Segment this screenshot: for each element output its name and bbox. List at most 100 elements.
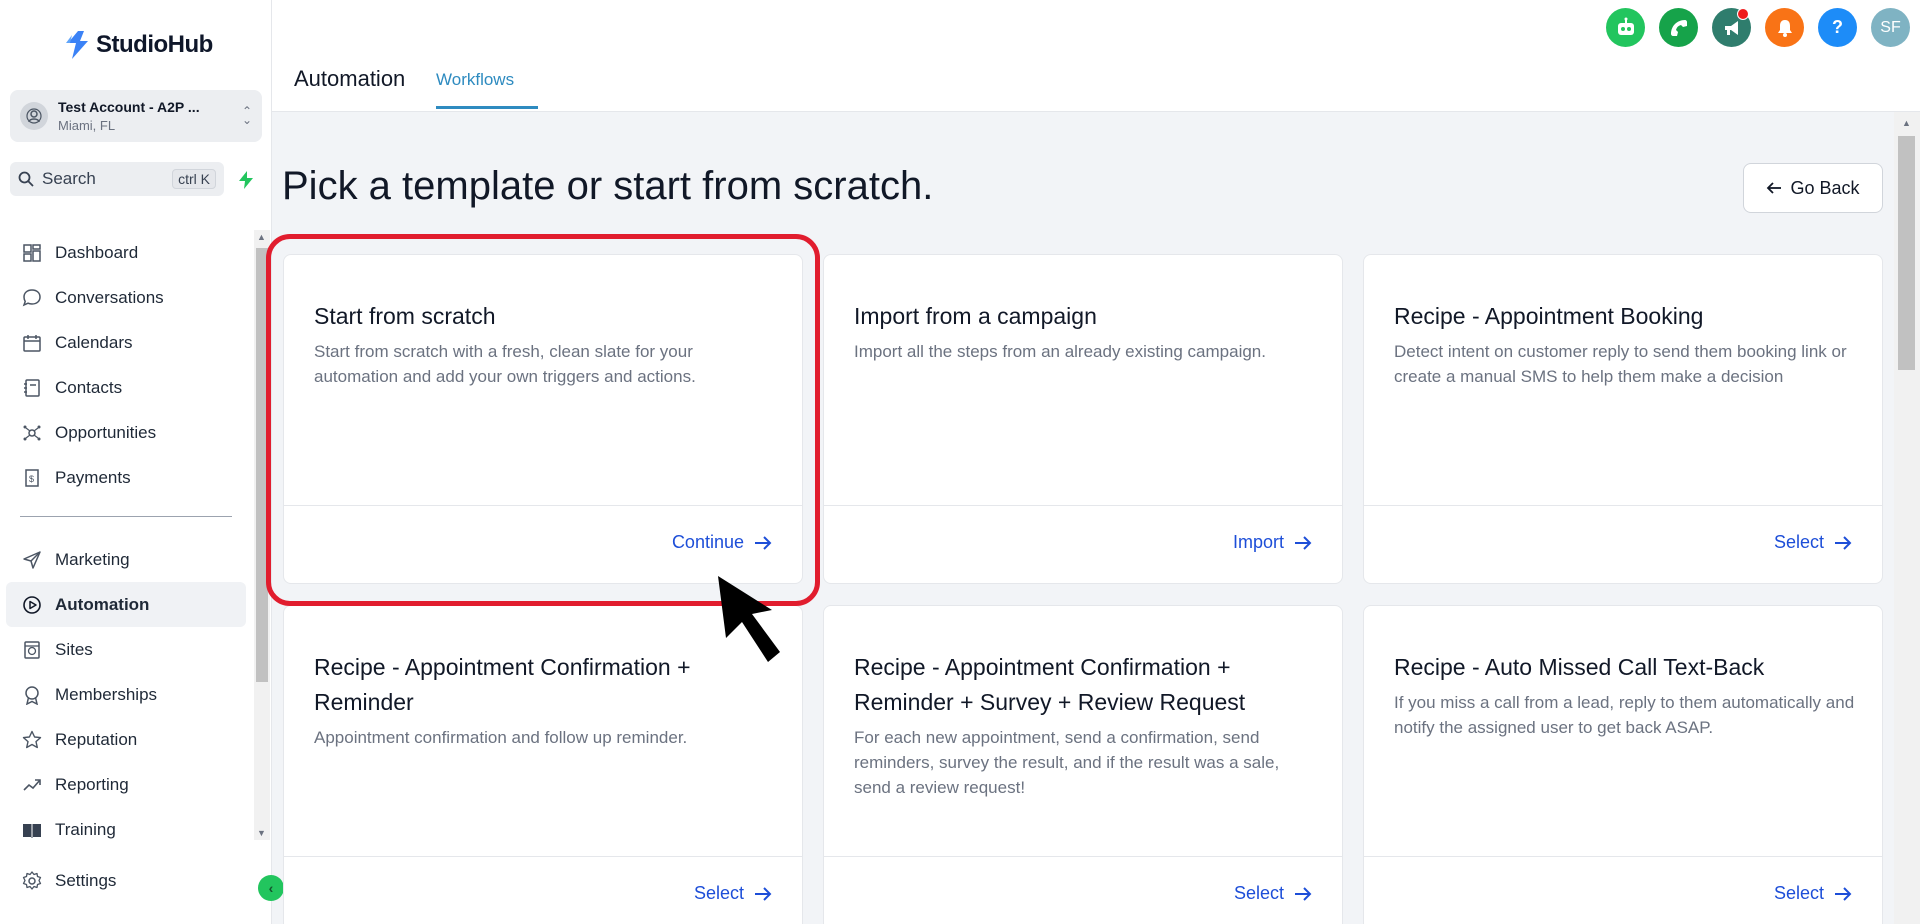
- sidebar-item-payments[interactable]: $ Payments: [0, 455, 252, 500]
- megaphone-icon: [1724, 20, 1738, 35]
- svg-text:$: $: [29, 474, 34, 484]
- search-shortcut: ctrl K: [172, 169, 216, 189]
- card-description: If you miss a call from a lead, reply to…: [1394, 693, 1855, 737]
- sidebar-item-reputation[interactable]: Reputation: [0, 717, 252, 762]
- help-icon: ?: [1832, 17, 1843, 37]
- send-icon: [20, 548, 44, 572]
- trend-icon: [20, 773, 44, 797]
- search-bar[interactable]: Search ctrl K: [10, 162, 224, 196]
- avatar-initials: SF: [1880, 18, 1901, 36]
- settings-label: Settings: [55, 871, 117, 890]
- highlight-annotation: [266, 234, 820, 606]
- sidebar-item-label: Marketing: [55, 549, 130, 569]
- card-footer: Select: [1364, 856, 1882, 924]
- sidebar-item-conversations[interactable]: Conversations: [0, 275, 252, 320]
- chat-icon: [20, 286, 44, 310]
- main-scroll-thumb[interactable]: [1898, 136, 1915, 370]
- card-title: Recipe - Appointment Booking: [1394, 303, 1704, 329]
- phone-button[interactable]: [1659, 8, 1698, 47]
- scroll-up-arrow[interactable]: ▲: [257, 232, 266, 242]
- card-footer: Select: [824, 856, 1342, 924]
- template-card-appointment-confirmation-review[interactable]: Recipe - Appointment Confirmation + Remi…: [823, 605, 1343, 924]
- card-description: Detect intent on customer reply to send …: [1394, 342, 1847, 386]
- sidebar: StudioHub Test Account - A2P ... Miami, …: [0, 0, 272, 924]
- sidebar-item-calendars[interactable]: Calendars: [0, 320, 252, 365]
- sidebar-item-dashboard[interactable]: Dashboard: [0, 230, 252, 275]
- app-name: StudioHub: [96, 31, 213, 58]
- template-card-missed-call-text-back[interactable]: Recipe - Auto Missed Call Text-Back If y…: [1363, 605, 1883, 924]
- sidebar-item-automation[interactable]: Automation: [6, 582, 246, 627]
- template-card-import-campaign[interactable]: Import from a campaign Import all the st…: [823, 254, 1343, 584]
- account-location: Miami, FL: [58, 118, 116, 133]
- sidebar-item-label: Opportunities: [55, 422, 157, 442]
- memberships-icon: [20, 683, 44, 707]
- sidebar-item-label: Payments: [55, 467, 131, 487]
- phone-icon: [1670, 19, 1687, 36]
- user-avatar[interactable]: SF: [1871, 8, 1910, 47]
- active-tab-indicator: [436, 106, 538, 109]
- scroll-down-arrow[interactable]: ▼: [257, 828, 266, 838]
- header-actions: ? SF: [1606, 8, 1910, 47]
- select-button[interactable]: Select: [1774, 883, 1852, 904]
- go-back-label: Go Back: [1790, 177, 1860, 198]
- template-card-appointment-booking[interactable]: Recipe - Appointment Booking Detect inte…: [1363, 254, 1883, 584]
- card-title: Recipe - Appointment Confirmation + Remi…: [854, 654, 1246, 715]
- sidebar-item-label: Sites: [55, 639, 93, 659]
- sidebar-item-label: Reputation: [55, 729, 138, 749]
- select-button[interactable]: Select: [1774, 532, 1852, 553]
- card-title: Recipe - Auto Missed Call Text-Back: [1394, 654, 1765, 680]
- sidebar-item-label: Training: [55, 819, 116, 839]
- action-label: Select: [1773, 532, 1824, 552]
- sidebar-item-label: Memberships: [55, 684, 158, 704]
- sidebar-item-settings[interactable]: Settings: [20, 869, 116, 893]
- calendar-icon: [20, 331, 44, 355]
- sidebar-item-reporting[interactable]: Reporting: [0, 762, 252, 807]
- notifications-button[interactable]: [1765, 8, 1804, 47]
- sites-icon: [20, 638, 44, 662]
- arrow-right-icon: [1835, 886, 1852, 901]
- announcements-button[interactable]: [1712, 8, 1751, 47]
- quick-actions-bolt-icon[interactable]: [234, 168, 258, 192]
- card-footer: Import: [824, 505, 1342, 583]
- sidebar-item-sites[interactable]: Sites: [0, 627, 252, 672]
- card-footer: Select: [284, 856, 802, 924]
- sidebar-item-marketing[interactable]: Marketing: [0, 537, 252, 582]
- help-button[interactable]: ?: [1818, 8, 1857, 47]
- arrow-right-icon: [1835, 535, 1852, 550]
- sidebar-item-label: Dashboard: [55, 242, 139, 262]
- sidebar-item-training[interactable]: Training: [0, 807, 252, 852]
- select-button[interactable]: Select: [1234, 883, 1312, 904]
- action-label: Import: [1232, 532, 1284, 552]
- opportunities-icon: [20, 421, 44, 445]
- account-name: Test Account - A2P ...: [58, 99, 200, 115]
- card-title: Import from a campaign: [854, 303, 1097, 329]
- sidebar-item-label: Contacts: [55, 377, 123, 397]
- automation-icon: [20, 593, 44, 617]
- page-section-title: Automation: [294, 66, 406, 91]
- select-button[interactable]: Select: [694, 883, 772, 904]
- scroll-up-arrow[interactable]: ▲: [1902, 118, 1911, 128]
- import-button[interactable]: Import: [1233, 532, 1312, 553]
- action-label: Select: [1233, 883, 1284, 903]
- arrow-right-icon: [755, 886, 772, 901]
- dashboard-icon: [20, 241, 44, 265]
- card-description: Appointment confirmation and follow up r…: [314, 728, 688, 747]
- sidebar-nav: Dashboard Conversations Calendars Contac…: [0, 230, 252, 852]
- arrow-left-icon: [1767, 182, 1782, 194]
- action-label: Select: [693, 883, 744, 903]
- sidebar-item-opportunities[interactable]: Opportunities: [0, 410, 252, 455]
- notification-dot: [1737, 8, 1749, 20]
- chevron-updown-icon: ⌃ ⌄: [241, 104, 252, 127]
- search-icon: [18, 171, 34, 187]
- sidebar-item-contacts[interactable]: Contacts: [0, 365, 252, 410]
- main-scrollbar[interactable]: ▲: [1894, 112, 1920, 924]
- tab-workflows[interactable]: Workflows: [436, 70, 514, 90]
- sidebar-item-memberships[interactable]: Memberships: [0, 672, 252, 717]
- app-logo[interactable]: StudioHub: [66, 28, 213, 62]
- go-back-button[interactable]: Go Back: [1743, 163, 1883, 213]
- page-title: Pick a template or start from scratch.: [282, 164, 934, 208]
- star-icon: [20, 728, 44, 752]
- sidebar-item-label: Conversations: [55, 287, 164, 307]
- ai-assistant-button[interactable]: [1606, 8, 1645, 47]
- account-switcher[interactable]: Test Account - A2P ... Miami, FL ⌃ ⌄: [10, 90, 262, 142]
